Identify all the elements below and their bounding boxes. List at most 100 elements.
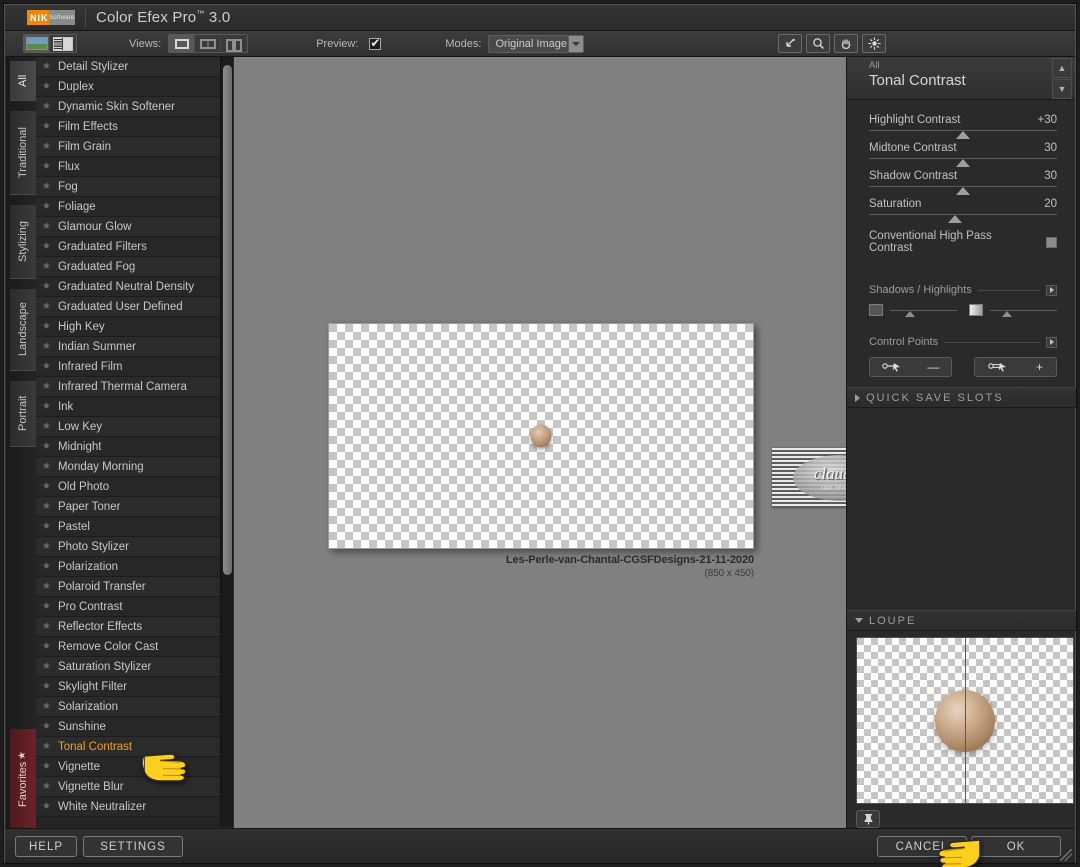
category-tab-traditional[interactable]: Traditional [10,111,36,195]
favorite-star-icon[interactable]: ★ [42,241,51,252]
filter-list-item[interactable]: ★ Indian Summer [36,337,233,357]
slider-track[interactable] [869,158,1057,167]
loupe-preview[interactable] [856,637,1074,804]
filter-list-item[interactable]: ★ Dynamic Skin Softener [36,97,233,117]
high-pass-contrast-checkbox[interactable] [1046,236,1057,248]
filter-list-item[interactable]: ★ Polaroid Transfer [36,577,233,597]
filter-list-item[interactable]: ★ Film Effects [36,117,233,137]
favorite-star-icon[interactable]: ★ [42,421,51,432]
slider-track[interactable] [869,130,1057,139]
loupe-header[interactable]: LOUPE [847,610,1076,631]
filter-list-item[interactable]: ★ Low Key [36,417,233,437]
panel-previous-filter-button[interactable]: ▲ [1052,58,1072,78]
filter-list-item[interactable]: ★ Photo Stylizer [36,537,233,557]
filter-list-item[interactable]: ★ Old Photo [36,477,233,497]
preview-checkbox[interactable] [369,36,382,50]
favorite-star-icon[interactable]: ★ [42,781,51,792]
filter-list-item[interactable]: ★ Graduated Filters [36,237,233,257]
favorite-star-icon[interactable]: ★ [42,621,51,632]
modes-dropdown[interactable]: Original Image [488,34,585,53]
filter-list-item[interactable]: ★ Duplex [36,77,233,97]
favorite-star-icon[interactable]: ★ [42,301,51,312]
cancel-button[interactable]: CANCEL [877,836,967,857]
favorite-star-icon[interactable]: ★ [42,141,51,152]
favorite-star-icon[interactable]: ★ [42,281,51,292]
favorite-star-icon[interactable]: ★ [42,681,51,692]
favorite-star-icon[interactable]: ★ [42,521,51,532]
filter-list-item[interactable]: ★ Skylight Filter [36,677,233,697]
favorite-star-icon[interactable]: ★ [42,741,51,752]
control-point-tool-button[interactable] [862,34,887,53]
favorite-star-icon[interactable]: ★ [42,361,51,372]
favorite-star-icon[interactable]: ★ [42,561,51,572]
favorite-star-icon[interactable]: ★ [42,461,51,472]
preview-image[interactable] [328,323,754,549]
remove-control-point-button[interactable]: — [869,357,952,377]
favorite-star-icon[interactable]: ★ [42,81,51,92]
favorite-star-icon[interactable]: ★ [42,321,51,332]
filter-list-item[interactable]: ★ Flux [36,157,233,177]
shadows-thumb[interactable] [904,310,915,317]
category-tab-landscape[interactable]: Landscape [10,289,36,371]
quick-save-slots-header[interactable]: QUICK SAVE SLOTS [847,387,1076,408]
favorite-star-icon[interactable]: ★ [42,121,51,132]
filter-list-scrollbar[interactable] [220,57,233,827]
zoom-tool-button[interactable] [806,34,831,53]
filter-list-item[interactable]: ★ High Key [36,317,233,337]
favorite-star-icon[interactable]: ★ [42,401,51,412]
filter-list-item[interactable]: ★ Ink [36,397,233,417]
favorite-star-icon[interactable]: ★ [42,181,51,192]
slider-track[interactable] [869,214,1057,223]
slider-thumb[interactable] [956,187,970,195]
category-tab-portrait[interactable]: Portrait [10,381,36,447]
slider-track[interactable] [869,186,1057,195]
shadows-highlights-header[interactable]: Shadows / Highlights [869,284,1057,296]
filter-list-item[interactable]: ★ Infrared Film [36,357,233,377]
favorite-star-icon[interactable]: ★ [42,221,51,232]
slider-shadow-contrast[interactable]: Shadow Contrast 30 [869,170,1057,195]
favorite-star-icon[interactable]: ★ [42,601,51,612]
filter-list-toggle[interactable] [50,35,76,52]
favorite-star-icon[interactable]: ★ [42,481,51,492]
shadows-track[interactable] [890,309,957,317]
filter-list-item[interactable]: ★ Monday Morning [36,457,233,477]
filter-list-item[interactable]: ★ Remove Color Cast [36,637,233,657]
filter-list-item[interactable]: ★ Pro Contrast [36,597,233,617]
filter-list-item[interactable]: ★ Foliage [36,197,233,217]
expand-arrow-icon[interactable] [1046,284,1057,296]
favorite-star-icon[interactable]: ★ [42,721,51,732]
favorite-star-icon[interactable]: ★ [42,541,51,552]
loupe-pin-button[interactable] [856,810,880,828]
category-tab-stylizing[interactable]: Stylizing [10,205,36,279]
favorite-star-icon[interactable]: ★ [42,641,51,652]
filter-list-item[interactable]: ★ Film Grain [36,137,233,157]
favorite-star-icon[interactable]: ★ [42,441,51,452]
panel-next-filter-button[interactable]: ▼ [1052,79,1072,99]
slider-thumb[interactable] [956,131,970,139]
control-points-header[interactable]: Control Points [869,336,1057,348]
favorite-star-icon[interactable]: ★ [42,201,51,212]
category-tab-all[interactable]: All [10,61,36,101]
favorite-star-icon[interactable]: ★ [42,261,51,272]
resize-grip[interactable] [1060,849,1072,861]
filter-list-item[interactable]: ★ Sunshine [36,717,233,737]
views-segmented-control[interactable] [168,34,249,53]
ok-button[interactable]: OK [971,836,1061,857]
favorite-star-icon[interactable]: ★ [42,761,51,772]
filter-list-item[interactable]: ★ Vignette Blur [36,777,233,797]
category-tab-favorites[interactable]: Favorites ★ [10,729,36,829]
split-view-button[interactable] [195,35,222,52]
expand-arrow-icon[interactable] [1046,336,1057,348]
favorite-star-icon[interactable]: ★ [42,61,51,72]
filter-list-item[interactable]: ★ Midnight [36,437,233,457]
favorite-star-icon[interactable]: ★ [42,801,51,812]
slider-midtone-contrast[interactable]: Midtone Contrast 30 [869,142,1057,167]
favorite-star-icon[interactable]: ★ [42,381,51,392]
favorite-star-icon[interactable]: ★ [42,661,51,672]
filter-list-item[interactable]: ★ Graduated Fog [36,257,233,277]
slider-saturation[interactable]: Saturation 20 [869,198,1057,223]
filter-list-item[interactable]: ★ Graduated Neutral Density [36,277,233,297]
left-panel-toggles[interactable] [23,34,77,53]
slider-thumb[interactable] [956,159,970,167]
favorite-star-icon[interactable]: ★ [42,701,51,712]
